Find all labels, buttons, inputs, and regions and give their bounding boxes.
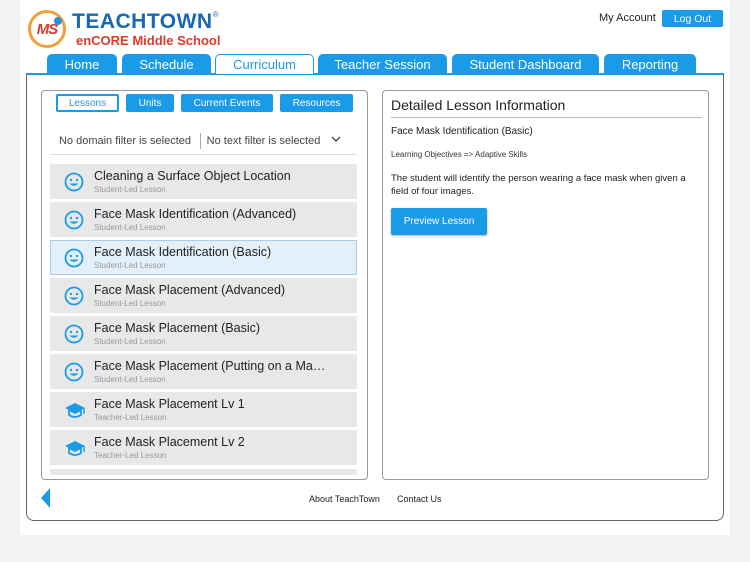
lesson-title: Face Mask Identification (Advanced) (94, 207, 297, 221)
preview-lesson-button[interactable]: Preview Lesson (391, 208, 487, 235)
lesson-type: Student-Led Lesson (94, 337, 166, 346)
lesson-type: Student-Led Lesson (94, 299, 166, 308)
detail-objectives: Learning Objectives => Adaptive Skills (391, 150, 528, 159)
smiley-icon (64, 172, 84, 192)
brand: TEACHTOWN® enCORE Middle School (72, 10, 221, 48)
lesson-title: Face Mask Placement Lv 1 (94, 397, 245, 411)
app-screen: MS TEACHTOWN® enCORE Middle School My Ac… (20, 0, 730, 535)
lesson-item[interactable]: Face Mask Placement Lv 1 Teacher-Led Les… (50, 392, 357, 427)
lesson-item[interactable]: Face Mask Placement (Basic) Student-Led … (50, 316, 357, 351)
detail-lesson-name: Face Mask Identification (Basic) (391, 126, 533, 137)
back-arrow-icon[interactable] (40, 488, 52, 508)
logo-badge: MS (28, 10, 66, 48)
brand-reg: ® (212, 10, 219, 19)
tab-teacher-session[interactable]: Teacher Session (318, 54, 447, 74)
detail-divider (391, 117, 702, 118)
tab-reporting[interactable]: Reporting (604, 54, 696, 74)
segment-resources[interactable]: Resources (280, 94, 353, 112)
lesson-type: Student-Led Lesson (94, 223, 166, 232)
tab-schedule[interactable]: Schedule (122, 54, 211, 74)
smiley-icon (64, 324, 84, 344)
segment-lessons[interactable]: Lessons (56, 94, 119, 112)
lesson-item[interactable]: Cleaning a Surface Object Location Stude… (50, 164, 357, 199)
smiley-icon (64, 248, 84, 268)
lesson-list-overflow (50, 469, 357, 475)
lesson-detail-panel: Detailed Lesson Information Face Mask Id… (382, 90, 709, 480)
lesson-item[interactable]: Face Mask Placement Lv 2 Teacher-Led Les… (50, 430, 357, 465)
graduation-cap-icon (64, 400, 85, 420)
smiley-icon (64, 362, 84, 382)
lesson-title: Face Mask Placement (Basic) (94, 321, 261, 335)
lesson-title: Face Mask Placement Lv 2 (94, 435, 245, 449)
detail-heading: Detailed Lesson Information (391, 97, 566, 113)
segment-units[interactable]: Units (126, 94, 174, 112)
text-filter[interactable]: No text filter is selected (201, 135, 326, 147)
detail-description: The student will identify the person wea… (391, 173, 686, 197)
about-link[interactable]: About TeachTown (309, 494, 380, 504)
lesson-title: Face Mask Placement (Putting on a Ma… (94, 359, 326, 373)
chevron-down-icon[interactable] (326, 135, 346, 146)
lesson-type: Student-Led Lesson (94, 375, 166, 384)
school-name: enCORE Middle School (76, 33, 221, 48)
lesson-item[interactable]: Face Mask Identification (Advanced) Stud… (50, 202, 357, 237)
lesson-item-selected[interactable]: Face Mask Identification (Basic) Student… (50, 240, 357, 275)
segment-current-events[interactable]: Current Events (181, 94, 273, 112)
lesson-type: Teacher-Led Lesson (94, 413, 167, 422)
domain-filter[interactable]: No domain filter is selected (50, 135, 200, 147)
lesson-title: Face Mask Identification (Basic) (94, 245, 272, 259)
my-account-link[interactable]: My Account (599, 12, 656, 24)
smiley-icon (64, 286, 84, 306)
lesson-type: Teacher-Led Lesson (94, 451, 167, 460)
lesson-title: Cleaning a Surface Object Location (94, 169, 291, 183)
lesson-title: Face Mask Placement (Advanced) (94, 283, 286, 297)
smiley-icon (64, 210, 84, 230)
lesson-item[interactable]: Face Mask Placement (Putting on a Ma… St… (50, 354, 357, 389)
logout-button[interactable]: Log Out (662, 10, 723, 27)
tab-home[interactable]: Home (47, 54, 117, 74)
graduation-cap-icon (64, 438, 85, 458)
tab-student-dashboard[interactable]: Student Dashboard (452, 54, 599, 74)
contact-link[interactable]: Contact Us (397, 494, 442, 504)
lesson-type: Student-Led Lesson (94, 185, 166, 194)
lesson-type: Student-Led Lesson (94, 261, 166, 270)
tab-curriculum[interactable]: Curriculum (215, 54, 314, 74)
filter-bar[interactable]: No domain filter is selected No text fil… (50, 127, 357, 155)
lesson-browser-panel: Lessons Units Current Events Resources N… (41, 90, 368, 480)
lesson-item[interactable]: Face Mask Placement (Advanced) Student-L… (50, 278, 357, 313)
logo-dot (54, 17, 62, 25)
teachtown-logo: MS TEACHTOWN® enCORE Middle School (28, 10, 220, 48)
brand-name: TEACHTOWN (72, 10, 213, 33)
